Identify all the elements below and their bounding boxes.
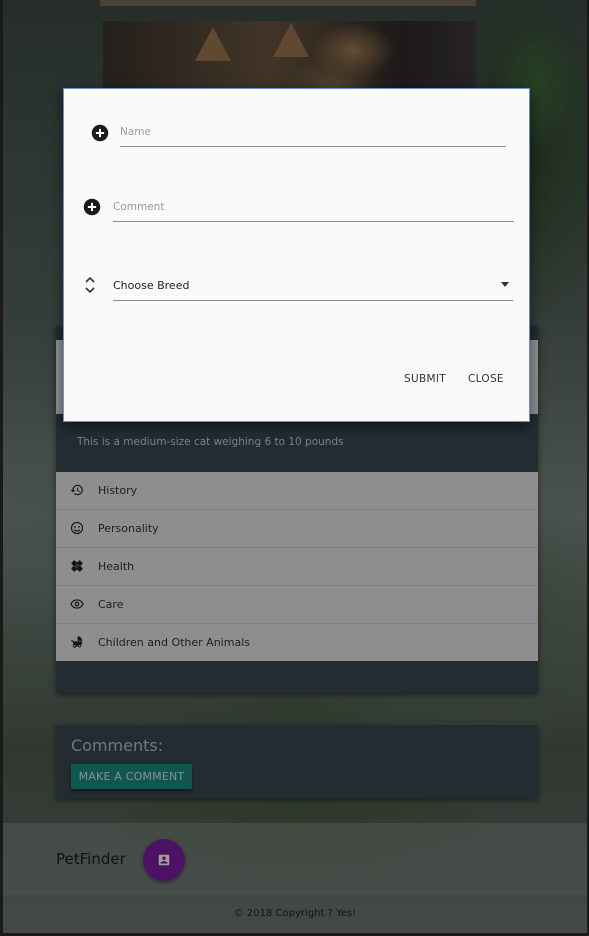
close-button[interactable]: CLOSE [468,373,504,385]
dropdown-caret-icon [501,282,509,287]
comment-input[interactable] [113,201,514,222]
add-circle-icon [91,124,109,142]
add-circle-icon [83,198,101,216]
unfold-icon [85,276,95,294]
comment-modal: Choose Breed SUBMIT CLOSE [63,88,530,422]
breed-select[interactable]: Choose Breed [113,275,513,301]
name-input[interactable] [120,126,506,147]
breed-select-value: Choose Breed [113,279,190,292]
submit-button[interactable]: SUBMIT [404,373,446,385]
